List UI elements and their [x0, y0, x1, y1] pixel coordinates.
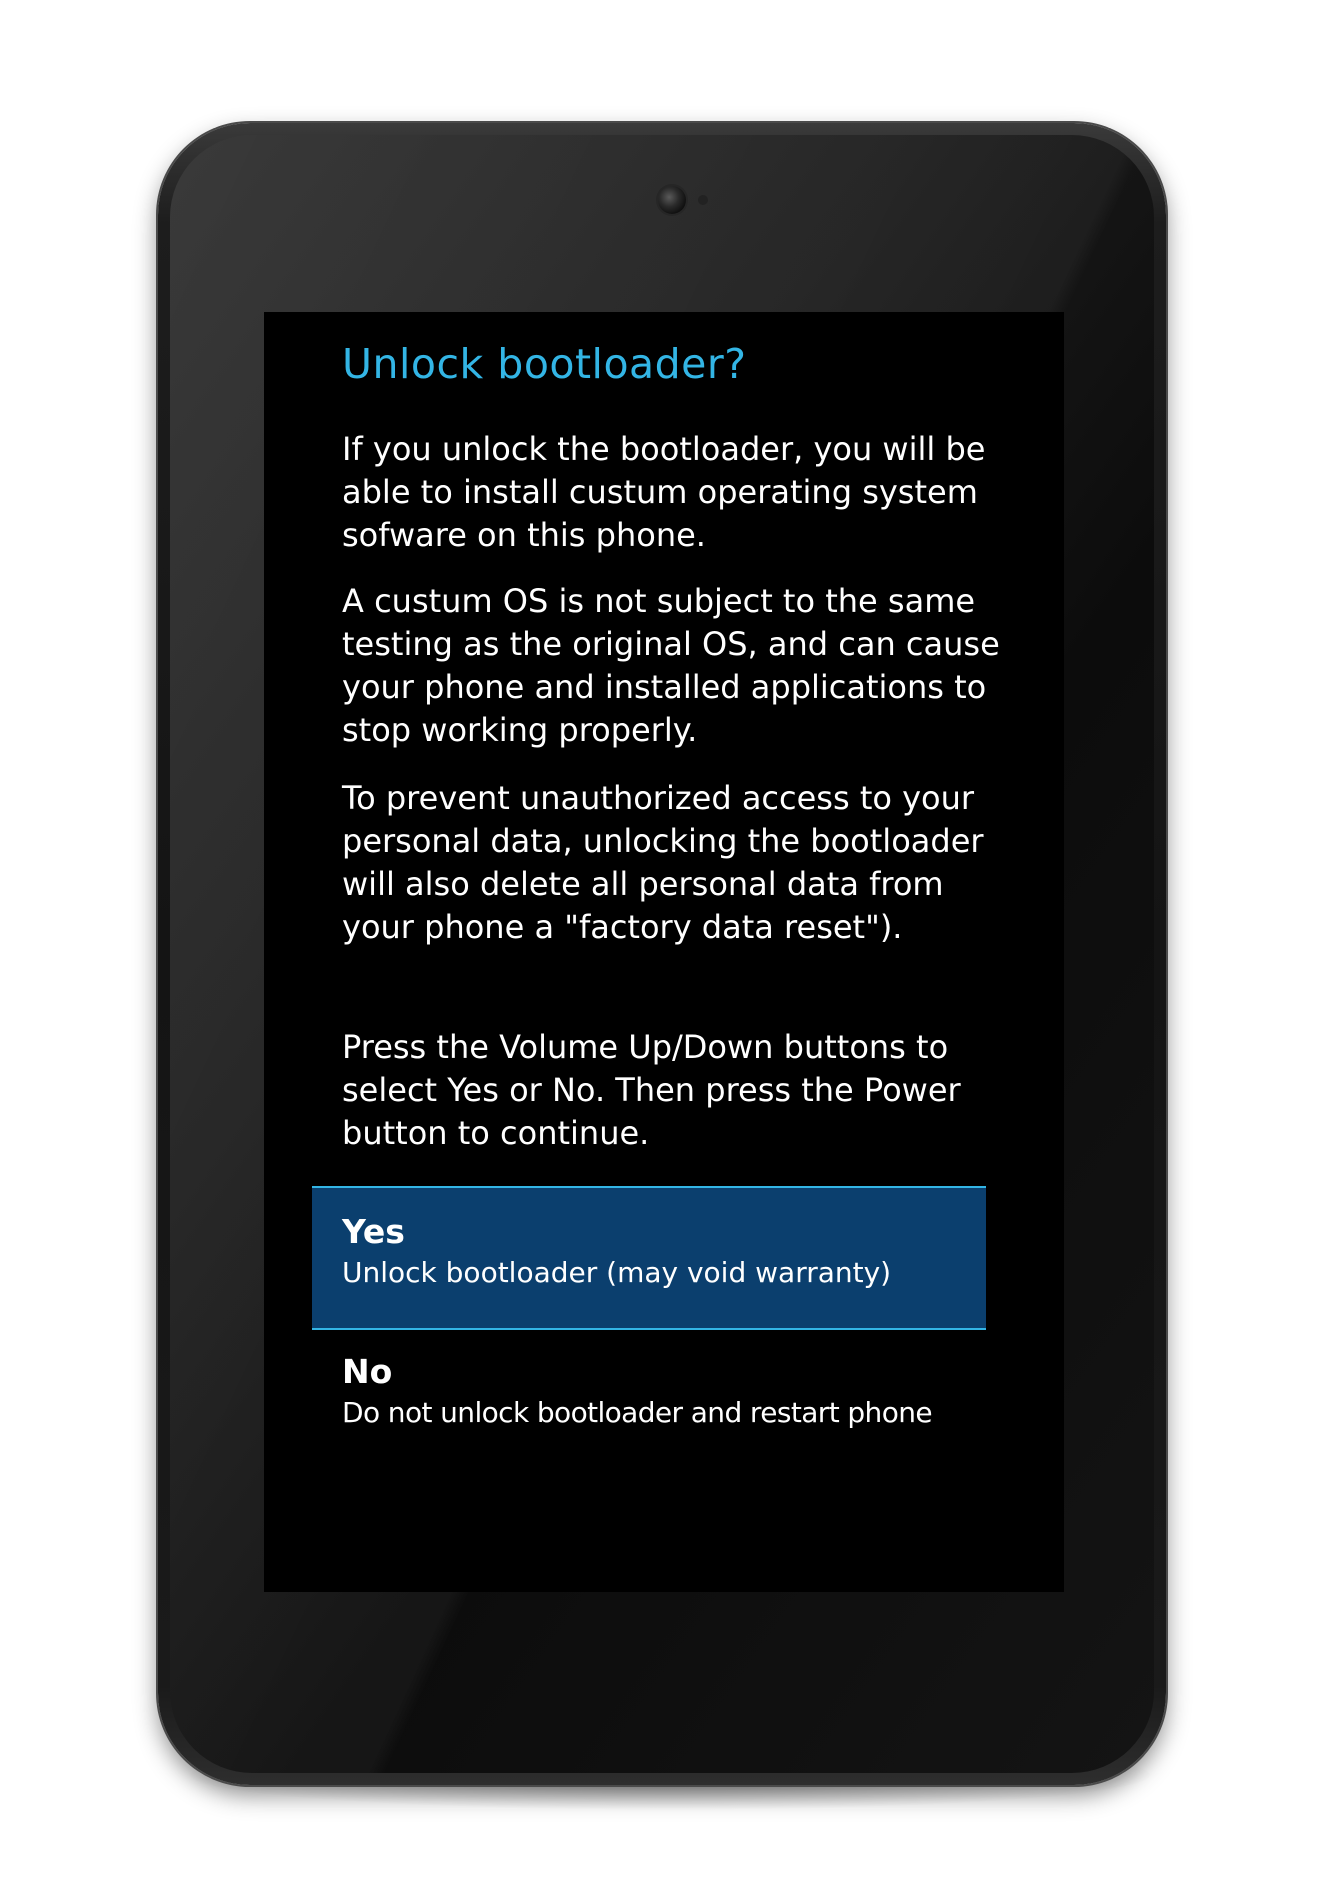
description-paragraph-2: A custum OS is not subject to the same t… — [342, 582, 1000, 749]
description-paragraph-3: To prevent unauthorized access to your p… — [342, 779, 984, 946]
option-no-label: No — [342, 1352, 393, 1391]
option-no-description: Do not unlock bootloader and restart pho… — [342, 1396, 933, 1429]
front-camera-icon — [658, 186, 686, 214]
option-yes-label: Yes — [342, 1212, 405, 1251]
option-yes[interactable]: Yes Unlock bootloader (may void warranty… — [312, 1186, 986, 1330]
option-no[interactable]: No Do not unlock bootloader and restart … — [312, 1328, 986, 1468]
product-photo: Unlock bootloader? If you unlock the boo… — [0, 0, 1334, 1902]
dialog-title: Unlock bootloader? — [342, 340, 747, 388]
light-sensor — [698, 195, 708, 205]
option-yes-description: Unlock bootloader (may void warranty) — [342, 1256, 892, 1289]
description-paragraph-1: If you unlock the bootloader, you will b… — [342, 430, 986, 554]
instructions-paragraph: Press the Volume Up/Down buttons to sele… — [342, 1028, 961, 1152]
bootloader-screen: Unlock bootloader? If you unlock the boo… — [264, 312, 1064, 1592]
